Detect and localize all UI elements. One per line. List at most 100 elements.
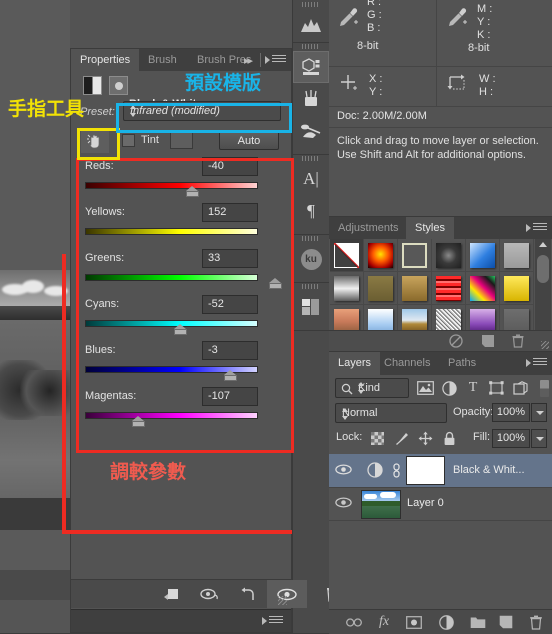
histogram-icon[interactable] <box>293 9 329 41</box>
style-swatch-none-style[interactable] <box>330 239 364 272</box>
chevron-updown-icon[interactable] <box>342 408 349 420</box>
tab-paths[interactable]: Paths <box>439 352 485 375</box>
new-group-icon[interactable] <box>465 610 491 634</box>
adjustment-layer-icon[interactable] <box>367 462 383 481</box>
dock-grip[interactable] <box>293 0 329 9</box>
clip-to-layer-icon[interactable] <box>151 580 191 608</box>
resize-grip[interactable] <box>541 341 549 349</box>
filter-toggle-icon[interactable] <box>534 379 552 397</box>
link-icon[interactable] <box>392 463 401 481</box>
opacity-label: Opacity: <box>453 406 493 418</box>
tool-presets-icon[interactable] <box>293 115 329 147</box>
scroll-up-arrow-icon[interactable] <box>539 242 547 247</box>
clear-style-icon[interactable] <box>449 334 463 351</box>
link-layers-icon[interactable] <box>341 610 367 634</box>
new-style-icon[interactable] <box>481 334 495 351</box>
layer-name: Black & Whit... <box>453 464 525 476</box>
style-swatch-dark-spiral-style[interactable] <box>432 239 466 272</box>
style-swatch-blue-gloss-style[interactable] <box>466 239 500 272</box>
tab-channels[interactable]: Channels <box>375 352 439 375</box>
tab-layers[interactable]: Layers <box>329 352 380 375</box>
panel-menu-icon[interactable] <box>533 358 547 368</box>
style-swatch-silver-bevel-style[interactable] <box>330 272 364 305</box>
double-right-arrow-icon[interactable]: ▸▸ <box>244 54 251 67</box>
brush-presets-icon[interactable] <box>293 83 329 115</box>
style-swatch-red-stripes-style[interactable] <box>432 272 466 305</box>
lock-all-icon[interactable] <box>439 429 459 448</box>
layer-thumbnail[interactable] <box>361 490 401 519</box>
lock-label: Lock: <box>336 431 362 443</box>
bw-adjustment-icon[interactable] <box>83 76 102 95</box>
style-swatch-yellow-bevel-style[interactable] <box>500 272 534 305</box>
layer-mask-thumbnail[interactable] <box>407 457 444 484</box>
3d-icon[interactable] <box>293 51 329 83</box>
blend-mode-dropdown[interactable]: Normal <box>335 403 447 423</box>
preview-previous-state-icon[interactable] <box>190 580 230 608</box>
dock-grip[interactable] <box>293 234 329 243</box>
info-cmyk-y: Y : <box>477 16 490 28</box>
tab-styles[interactable]: Styles <box>406 217 454 239</box>
layer-row[interactable]: Black & Whit... <box>329 454 552 488</box>
character-icon[interactable]: A| <box>293 163 329 195</box>
new-layer-icon[interactable] <box>493 610 519 634</box>
reset-icon[interactable] <box>228 580 268 608</box>
photo-water <box>0 320 70 520</box>
style-swatch-gray-style[interactable] <box>500 239 534 272</box>
style-swatch-gold-gradient-style[interactable] <box>398 272 432 305</box>
panel-menu-icon[interactable] <box>272 55 286 65</box>
new-adjustment-layer-icon[interactable] <box>433 610 459 634</box>
layer-style-icon[interactable]: fx <box>371 610 397 634</box>
tab-adjustments[interactable]: Adjustments <box>329 217 408 239</box>
red-stripes-style <box>436 276 461 301</box>
layer-filter-kind-dropdown[interactable]: Kind <box>335 378 409 398</box>
filter-pixel-icon[interactable] <box>415 379 435 397</box>
filter-shape-icon[interactable] <box>486 379 506 397</box>
lock-position-icon[interactable] <box>415 429 435 448</box>
dock-group-presets <box>293 42 329 155</box>
style-swatch-grid <box>330 239 534 338</box>
filter-smart-object-icon[interactable] <box>510 379 530 397</box>
layer-visibility-icon[interactable] <box>335 463 352 476</box>
lock-transparent-pixels-icon[interactable] <box>367 429 387 448</box>
layers-panel: Layers Channels Paths Kind <box>329 351 552 634</box>
tint-label: Tint <box>141 134 159 146</box>
filter-type-icon[interactable]: T <box>463 379 483 397</box>
fill-slider-arrow-icon[interactable] <box>531 429 547 448</box>
properties-bottom-bar <box>71 609 291 632</box>
styles-scrollbar[interactable] <box>535 239 551 338</box>
tint-checkbox[interactable] <box>122 134 135 147</box>
tab-brush[interactable]: Brush <box>139 49 186 71</box>
opacity-slider-arrow-icon[interactable] <box>531 403 547 422</box>
dock-grip[interactable] <box>293 154 329 163</box>
clip-mask-icon[interactable] <box>109 76 128 95</box>
paragraph-icon[interactable]: ¶ <box>293 195 329 227</box>
style-swatch-colorful-abstract-style[interactable] <box>466 272 500 305</box>
lock-image-pixels-icon[interactable] <box>391 429 411 448</box>
tint-color-swatch[interactable] <box>170 132 193 149</box>
auto-button[interactable]: Auto <box>219 131 279 150</box>
canvas-footer <box>0 600 70 633</box>
scrollbar-thumb[interactable] <box>537 255 549 283</box>
delete-style-icon[interactable] <box>511 334 525 351</box>
tab-properties[interactable]: Properties <box>71 49 139 71</box>
chevron-updown-icon[interactable] <box>358 382 365 394</box>
style-swatch-beveled-frame-style[interactable] <box>398 239 432 272</box>
style-swatch-red-glow-style[interactable] <box>364 239 398 272</box>
layer-row[interactable]: Layer 0 <box>329 487 552 521</box>
opacity-value[interactable]: 100% <box>492 403 530 422</box>
dock-grip[interactable] <box>293 42 329 51</box>
fill-value[interactable]: 100% <box>492 429 530 448</box>
layer-visibility-icon[interactable] <box>335 496 352 509</box>
mini-bridge-icon[interactable] <box>293 291 329 323</box>
dock-grip[interactable] <box>293 282 329 291</box>
resize-grip[interactable] <box>278 596 287 605</box>
filter-adjustment-icon[interactable] <box>439 379 459 397</box>
layer-name: Layer 0 <box>407 497 444 509</box>
panel-menu-icon[interactable] <box>533 223 547 233</box>
kuler-icon[interactable]: ku <box>293 243 329 275</box>
toggle-visibility-icon[interactable] <box>267 580 307 608</box>
delete-layer-icon[interactable] <box>523 610 549 634</box>
panel-menu-icon[interactable] <box>269 616 283 626</box>
layer-mask-icon[interactable] <box>401 610 427 634</box>
style-swatch-olive-style[interactable] <box>364 272 398 305</box>
